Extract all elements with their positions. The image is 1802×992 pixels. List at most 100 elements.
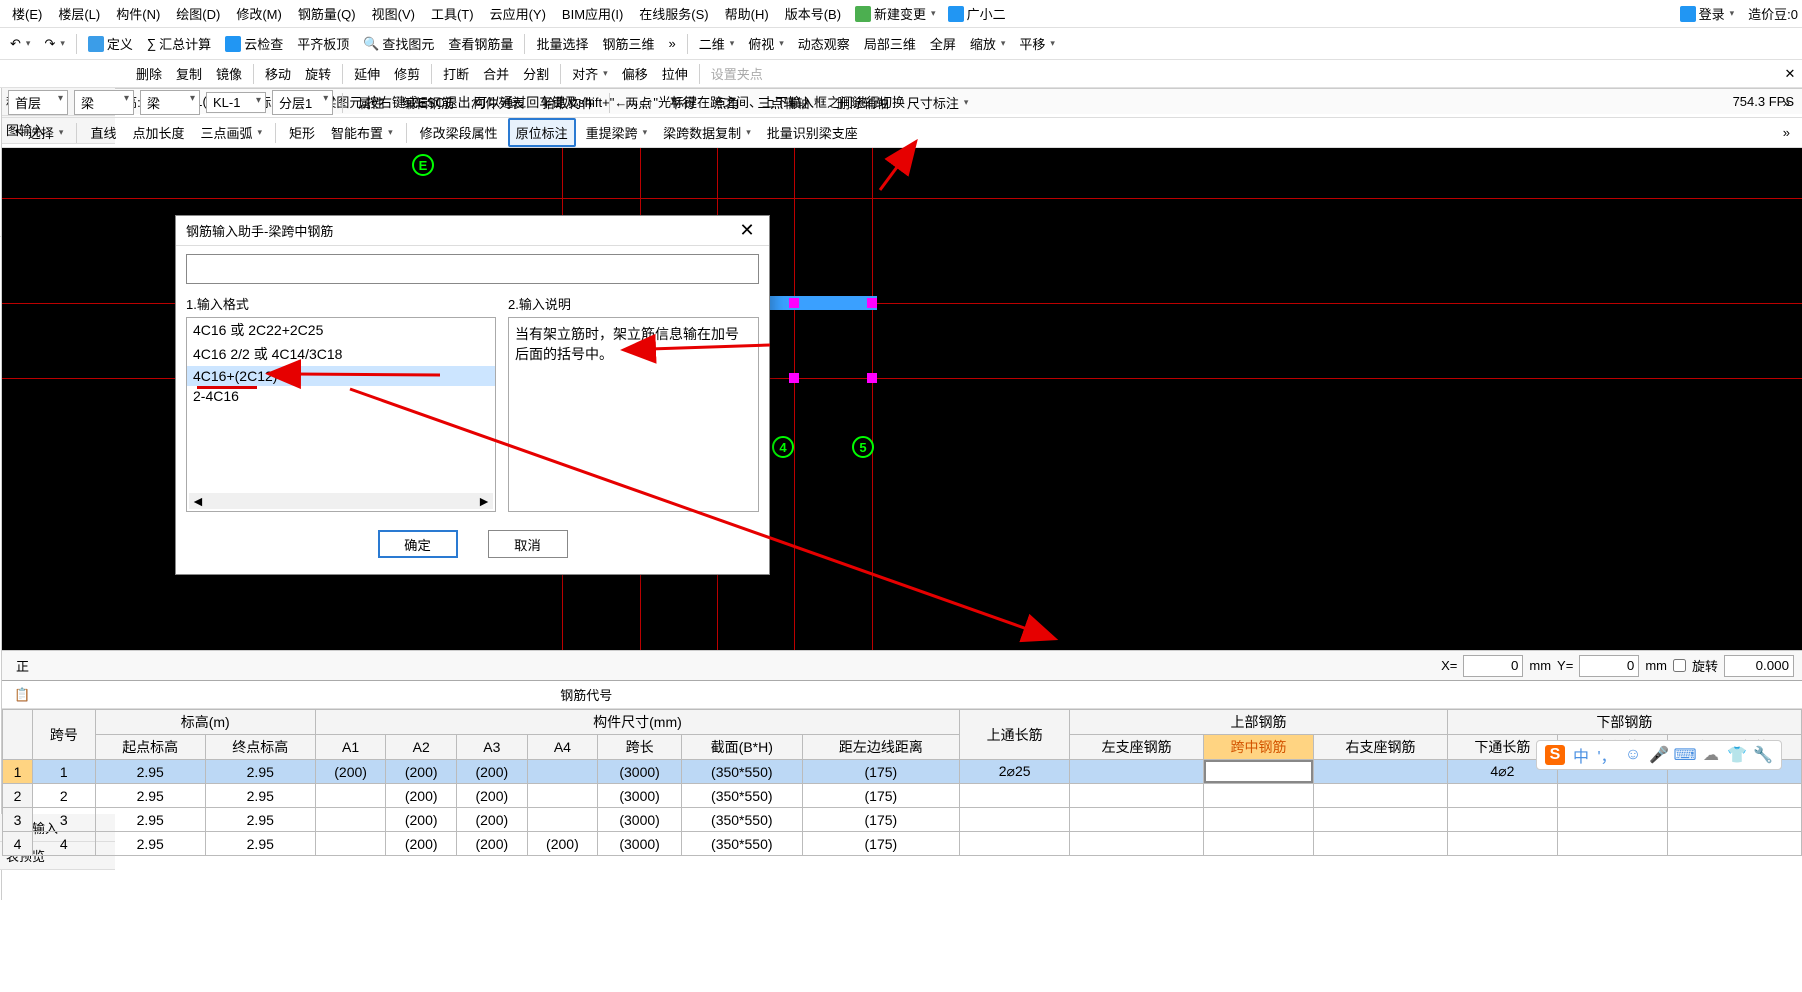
rect-tool[interactable]: 矩形 xyxy=(283,120,321,145)
menu-item[interactable]: 工具(T) xyxy=(423,0,482,27)
table-cell[interactable] xyxy=(1203,784,1313,808)
delete-button[interactable]: 删除 xyxy=(130,61,168,86)
subcategory-combo[interactable]: 梁 xyxy=(140,90,200,115)
table-cell[interactable]: 2.95 xyxy=(95,832,205,856)
table-cell[interactable]: 2.95 xyxy=(205,784,315,808)
align-button[interactable]: 对齐▾ xyxy=(566,61,614,86)
line-tool[interactable]: 直线 xyxy=(84,120,122,145)
format-scrollbar[interactable]: ◄► xyxy=(189,493,493,509)
toolbar-close-button[interactable]: ✕ xyxy=(1782,66,1798,82)
table-cell[interactable] xyxy=(1447,784,1557,808)
local-3d-button[interactable]: 局部三维 xyxy=(858,31,922,56)
rebar-3d-button[interactable]: 钢筋三维 xyxy=(596,31,660,56)
fullscreen-button[interactable]: 全屏 xyxy=(924,31,962,56)
table-cell[interactable]: (200) xyxy=(386,760,457,784)
format-item[interactable]: 4C16 或 2C22+2C25 xyxy=(187,318,495,342)
menu-item[interactable]: 绘图(D) xyxy=(168,0,228,27)
trim-button[interactable]: 修剪 xyxy=(388,61,426,86)
gxe-button[interactable]: 广小二 xyxy=(942,1,1012,26)
format-item-selected[interactable]: 4C16+(2C12) xyxy=(187,366,495,386)
copy-button[interactable]: 复制 xyxy=(170,61,208,86)
batch-select-button[interactable]: 批量选择 xyxy=(530,31,594,56)
x-input[interactable] xyxy=(1463,655,1523,677)
table-cell[interactable]: (350*550) xyxy=(681,760,802,784)
table-cell[interactable]: 1 xyxy=(3,760,33,784)
table-cell[interactable]: 2.95 xyxy=(205,760,315,784)
overflow-button[interactable]: » xyxy=(1777,92,1796,113)
menu-item[interactable]: 构件(N) xyxy=(108,0,168,27)
menu-item[interactable]: 楼(E) xyxy=(4,0,50,27)
floor-combo[interactable]: 首层 xyxy=(8,90,68,115)
menu-item[interactable]: 楼层(L) xyxy=(50,0,108,27)
dialog-text-input[interactable] xyxy=(186,254,759,284)
offset-button[interactable]: 偏移 xyxy=(616,61,654,86)
table-cell[interactable]: 2 xyxy=(3,784,33,808)
table-cell[interactable]: (200) xyxy=(457,832,528,856)
table-cell[interactable]: (200) xyxy=(457,760,528,784)
rotate-input[interactable] xyxy=(1724,655,1794,677)
table-cell[interactable] xyxy=(1203,808,1313,832)
rotate-button[interactable]: 旋转 xyxy=(299,61,337,86)
table-cell[interactable]: (350*550) xyxy=(681,784,802,808)
menu-item[interactable]: 修改(M) xyxy=(228,0,290,27)
member-combo[interactable]: KL-1 xyxy=(206,92,266,113)
menu-item[interactable]: 在线服务(S) xyxy=(631,0,716,27)
new-change-button[interactable]: 新建变更▾ xyxy=(849,1,942,26)
table-cell[interactable] xyxy=(1447,808,1557,832)
break-button[interactable]: 打断 xyxy=(437,61,475,86)
move-button[interactable]: 移动 xyxy=(259,61,297,86)
menu-item[interactable]: 版本号(B) xyxy=(777,0,849,27)
undo-button[interactable]: ↶▾ xyxy=(4,33,36,55)
props-button[interactable]: 属性 xyxy=(352,90,390,115)
table-cell[interactable]: (3000) xyxy=(598,784,682,808)
cloud-check-button[interactable]: 云检查 xyxy=(219,31,289,56)
ok-button[interactable]: 确定 xyxy=(378,530,458,558)
table-cell[interactable]: 2.95 xyxy=(205,832,315,856)
redo-button[interactable]: ↷▾ xyxy=(38,33,70,55)
table-cell[interactable]: 2⌀25 xyxy=(960,760,1070,784)
table-cell[interactable]: 1 xyxy=(33,760,96,784)
top-view-button[interactable]: 俯视▾ xyxy=(742,31,790,56)
table-cell[interactable] xyxy=(527,760,598,784)
table-cell[interactable]: (3000) xyxy=(598,760,682,784)
table-cell[interactable] xyxy=(527,784,598,808)
dynamic-observe-button[interactable]: 动态观察 xyxy=(792,31,856,56)
rotate-checkbox[interactable] xyxy=(1673,659,1686,672)
table-cell[interactable]: (175) xyxy=(802,784,960,808)
table-cell[interactable] xyxy=(1447,832,1557,856)
table-cell[interactable]: (200) xyxy=(527,832,598,856)
table-cell[interactable]: 4 xyxy=(33,832,96,856)
table-cell[interactable] xyxy=(1203,832,1313,856)
arc3-tool[interactable]: 三点画弧▾ xyxy=(194,120,268,145)
menu-item[interactable]: 视图(V) xyxy=(364,0,423,27)
table-cell[interactable] xyxy=(1314,808,1448,832)
reextract-span-button[interactable]: 重提梁跨▾ xyxy=(580,120,654,145)
table-cell[interactable] xyxy=(1070,832,1204,856)
merge-button[interactable]: 合并 xyxy=(477,61,515,86)
table-cell[interactable] xyxy=(1668,808,1802,832)
table-cell[interactable] xyxy=(1070,760,1204,784)
ime-emoji-icon[interactable]: ☺ xyxy=(1623,745,1643,765)
dimension-label-button[interactable]: 尺寸标注▾ xyxy=(901,90,975,115)
sum-calc-button[interactable]: ∑ 汇总计算 xyxy=(141,31,217,56)
table-cell[interactable]: 2.95 xyxy=(95,760,205,784)
ime-skin-icon[interactable]: 👕 xyxy=(1727,745,1747,765)
member-list-button[interactable]: 构件列表 xyxy=(466,90,530,115)
ime-punct-icon[interactable]: '， xyxy=(1597,745,1617,765)
table-cell[interactable] xyxy=(1314,832,1448,856)
table-cell[interactable]: (200) xyxy=(457,784,528,808)
table-cell[interactable] xyxy=(1668,832,1802,856)
ime-bar[interactable]: S 中 '， ☺ 🎤 ⌨ ☁ 👕 🔧 xyxy=(1536,740,1782,770)
table-cell[interactable]: 3 xyxy=(3,808,33,832)
dialog-close-button[interactable]: ✕ xyxy=(735,219,759,243)
table-cell[interactable] xyxy=(1314,760,1448,784)
cancel-button[interactable]: 取消 xyxy=(488,530,568,558)
table-cell[interactable] xyxy=(1070,808,1204,832)
table-cell[interactable] xyxy=(315,808,386,832)
y-input[interactable] xyxy=(1579,655,1639,677)
flat-slab-button[interactable]: 平齐板顶 xyxy=(291,31,355,56)
two-point-button[interactable]: 两点 xyxy=(619,90,657,115)
point-angle-button[interactable]: 点角 xyxy=(707,90,745,115)
copy-rows-button[interactable]: 📋 xyxy=(8,684,36,706)
table-cell[interactable]: 2.95 xyxy=(95,784,205,808)
